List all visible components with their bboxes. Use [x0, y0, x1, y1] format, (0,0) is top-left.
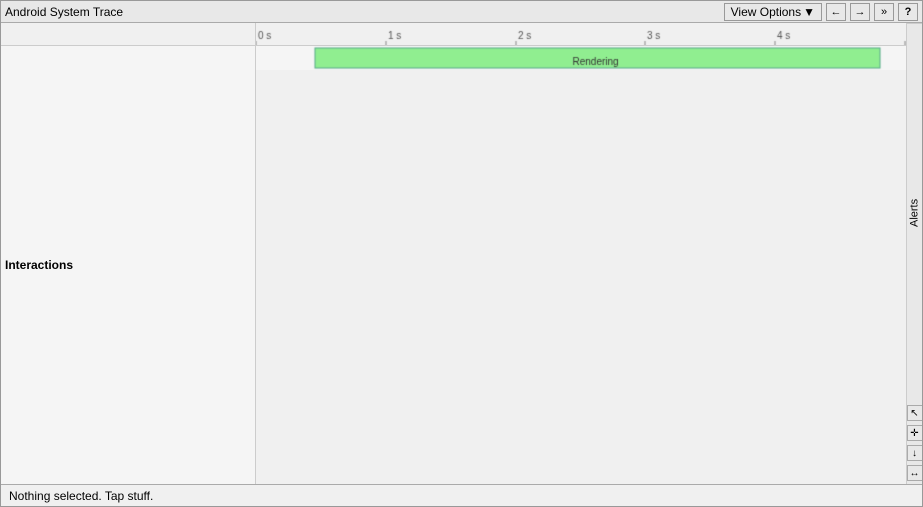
content-area: Interactions Alerts: [1, 23, 906, 484]
app-title: Android System Trace: [5, 5, 123, 19]
cursor-tool-btn[interactable]: ↖: [907, 405, 923, 421]
nav-forward-button[interactable]: →: [850, 3, 870, 21]
timeline-header: [256, 23, 906, 45]
interactions-trace[interactable]: [256, 46, 906, 484]
help-button[interactable]: ?: [898, 3, 918, 21]
scrollbar-tools: ↖ ✛ ↓ ↔: [907, 402, 922, 484]
interactions-row: Interactions: [1, 46, 906, 484]
timeline-header-area: [1, 23, 906, 46]
down-tool-btn[interactable]: ↓: [907, 445, 923, 461]
header-label: [1, 23, 256, 45]
app: Android System Trace View Options ▼ ← → …: [0, 0, 923, 507]
move-tool-btn[interactable]: ✛: [907, 425, 923, 441]
status-message: Nothing selected. Tap stuff.: [9, 489, 153, 503]
nav-expand-button[interactable]: »: [874, 3, 894, 21]
rows-scroll[interactable]: Interactions Alerts: [1, 46, 906, 484]
alerts-side-label[interactable]: Alerts: [907, 23, 922, 402]
timeline-canvas: [256, 23, 906, 45]
interactions-canvas: [256, 46, 906, 70]
status-bar: Nothing selected. Tap stuff.: [1, 484, 922, 506]
title-bar: Android System Trace View Options ▼ ← → …: [1, 1, 922, 23]
interactions-label: Interactions: [1, 46, 256, 484]
main-content: Interactions Alerts: [1, 23, 922, 484]
resize-tool-btn[interactable]: ↔: [907, 465, 923, 481]
view-options-button[interactable]: View Options ▼: [724, 3, 822, 21]
nav-back-button[interactable]: ←: [826, 3, 846, 21]
right-side-panel: Alerts ↖ ✛ ↓ ↔: [906, 23, 922, 484]
title-bar-controls: View Options ▼ ← → » ?: [724, 3, 918, 21]
